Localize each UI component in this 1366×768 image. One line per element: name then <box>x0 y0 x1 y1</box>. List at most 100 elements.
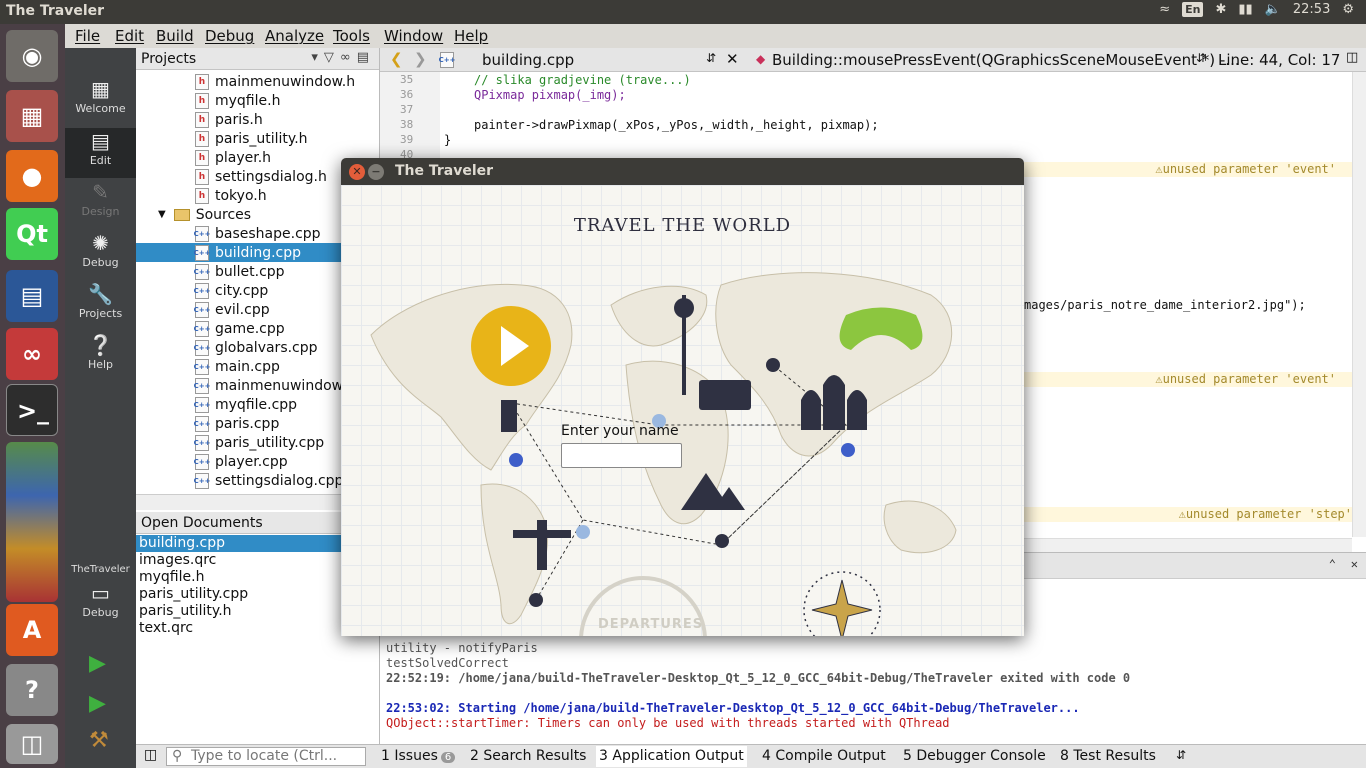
menu-file[interactable]: File <box>75 27 100 45</box>
split-view-icon[interactable]: ◫ <box>1346 50 1358 65</box>
system-top-panel: The Traveler ≈ En ✱ ▮▮ 🔈 22:53 ⚙ <box>0 0 1366 24</box>
menu-analyze[interactable]: Analyze <box>265 27 324 45</box>
open-document-item[interactable]: myqfile.h <box>139 569 204 586</box>
terminal-launcher[interactable]: >_ <box>6 384 58 436</box>
mode-design[interactable]: ✎ Design <box>65 179 136 229</box>
pdf-viewer-launcher[interactable]: ∞ <box>6 328 58 380</box>
files-launcher[interactable]: ▦ <box>6 90 58 142</box>
tree-file[interactable]: h paris_utility.h <box>195 129 308 148</box>
tree-file[interactable]: h settingsdialog.h <box>195 167 327 186</box>
battery-icon[interactable]: ▮▮ <box>1238 2 1252 17</box>
warning-icon: ⚠ <box>1155 162 1163 176</box>
tab-search-results[interactable]: 2 Search Results <box>470 748 586 764</box>
toggle-sidebar-icon[interactable]: ◫ <box>144 747 157 763</box>
tab-compile-output[interactable]: 4 Compile Output <box>762 748 886 764</box>
window-close-button[interactable]: ✕ <box>349 164 365 180</box>
help-launcher[interactable]: ? <box>6 664 58 716</box>
output-line: 22:52:19: /home/jana/build-TheTraveler-D… <box>386 671 1131 685</box>
stacked-launchers[interactable] <box>6 442 58 602</box>
tree-file[interactable]: h paris.h <box>195 110 263 129</box>
firefox-launcher[interactable]: ● <box>6 150 58 202</box>
menu-window[interactable]: Window <box>384 27 443 45</box>
current-file-combo[interactable]: building.cpp <box>482 51 574 69</box>
mode-projects[interactable]: 🔧 Projects <box>65 281 136 331</box>
mode-help[interactable]: ❔ Help <box>65 332 136 382</box>
clock[interactable]: 22:53 <box>1293 2 1330 17</box>
tree-file[interactable]: C++ evil.cpp <box>194 300 270 319</box>
editor-vertical-scrollbar[interactable] <box>1352 72 1366 537</box>
projects-pane-title[interactable]: Projects <box>141 51 196 67</box>
tree-folder-sources[interactable]: ▼ Sources <box>158 205 251 224</box>
tab-test-results[interactable]: 8 Test Results <box>1060 748 1156 764</box>
tree-file[interactable]: C++ paris_utility.cpp <box>194 433 324 452</box>
tree-file[interactable]: h player.h <box>195 148 271 167</box>
qtcreator-launcher[interactable]: Qt <box>6 208 58 260</box>
power-gear-icon[interactable]: ⚙ <box>1342 2 1354 17</box>
nav-back-icon[interactable]: ❮ <box>390 50 403 68</box>
volume-icon[interactable]: 🔈 <box>1265 2 1281 17</box>
tree-horizontal-scrollbar[interactable] <box>136 494 341 510</box>
cursor-position[interactable]: Line: 44, Col: 17 <box>1218 51 1340 69</box>
symbol-combo[interactable]: Building::mousePressEvent(QGraphicsScene… <box>772 51 1240 69</box>
open-document-item[interactable]: paris_utility.cpp <box>139 586 248 603</box>
tree-file[interactable]: C++ settingsdialog.cpp <box>194 471 343 490</box>
menu-tools[interactable]: Tools <box>333 27 370 45</box>
tab-application-output[interactable]: 3 Application Output <box>596 746 747 767</box>
build-hammer-button[interactable]: ⚒ <box>89 728 109 753</box>
tree-file[interactable]: C++ city.cpp <box>194 281 268 300</box>
tree-file[interactable]: C++ paris.cpp <box>194 414 279 433</box>
tree-file[interactable]: h tokyo.h <box>195 186 267 205</box>
tree-file[interactable]: h myqfile.h <box>195 91 280 110</box>
more-tabs-arrows-icon[interactable]: ⇵ <box>1176 748 1186 762</box>
menu-debug[interactable]: Debug <box>205 27 254 45</box>
open-document-item[interactable]: paris_utility.h <box>139 603 232 620</box>
tree-file[interactable]: C++ player.cpp <box>194 452 288 471</box>
libreoffice-writer-launcher[interactable]: ▤ <box>6 270 58 322</box>
maximize-pane-icon[interactable]: ⌃ <box>1329 557 1336 571</box>
close-pane-icon[interactable]: ✕ <box>1351 557 1358 571</box>
run-button[interactable]: ▶ <box>89 651 106 676</box>
projects-pane-tools[interactable]: ▾▽∞▤ <box>311 50 375 65</box>
software-center-launcher[interactable]: A <box>6 604 58 656</box>
tree-file[interactable]: C++ game.cpp <box>194 319 285 338</box>
kit-selector[interactable]: ▭ Debug <box>65 580 136 630</box>
open-document-item[interactable]: building.cpp <box>136 535 342 552</box>
keyboard-layout-indicator[interactable]: En <box>1182 2 1204 17</box>
mode-debug[interactable]: ✺ Debug <box>65 230 136 280</box>
menu-help[interactable]: Help <box>454 27 488 45</box>
tab-issues[interactable]: 1 Issues 6 <box>381 748 456 764</box>
nav-forward-icon[interactable]: ❯ <box>414 50 427 68</box>
wifi-icon[interactable]: ≈ <box>1159 2 1170 17</box>
play-button[interactable] <box>471 306 551 386</box>
file-combo-arrows-icon[interactable]: ⇵ <box>706 51 716 65</box>
app-window-titlebar[interactable]: ✕ − The Traveler <box>341 158 1024 185</box>
dash-home-button[interactable]: ◉ <box>6 30 58 82</box>
mode-edit[interactable]: ▤ Edit <box>65 128 136 178</box>
tree-file[interactable]: C++ bullet.cpp <box>194 262 285 281</box>
menu-build[interactable]: Build <box>156 27 194 45</box>
close-document-icon[interactable]: ✕ <box>726 50 739 68</box>
main-menu-scene[interactable]: TRAVEL THE WORLD DEPARTURES Enter your n… <box>341 185 1024 636</box>
locator-input[interactable]: ⚲ Type to locate (Ctrl... <box>166 747 366 766</box>
open-document-item[interactable]: text.qrc <box>139 620 193 637</box>
trash-launcher[interactable]: ◫ <box>6 724 58 764</box>
window-minimize-button[interactable]: − <box>368 164 384 180</box>
tree-file[interactable]: h mainmenuwindow.h <box>195 72 355 91</box>
tree-file[interactable]: C++ mainmenuwindow. <box>194 376 346 395</box>
open-documents-title[interactable]: Open Documents <box>141 515 263 531</box>
issues-count-badge: 6 <box>440 752 456 763</box>
tree-file-selected[interactable]: C++ building.cpp <box>136 243 341 262</box>
symbol-combo-arrows-icon[interactable]: ⇵ <box>1196 51 1206 65</box>
player-name-input[interactable] <box>561 443 682 468</box>
menu-edit[interactable]: Edit <box>115 27 144 45</box>
tab-debugger-console[interactable]: 5 Debugger Console <box>903 748 1046 764</box>
tree-file[interactable]: C++ main.cpp <box>194 357 280 376</box>
bluetooth-icon[interactable]: ✱ <box>1215 2 1226 17</box>
open-document-item[interactable]: images.qrc <box>139 552 216 569</box>
cpp-file-icon: C++ <box>194 358 210 375</box>
mode-welcome[interactable]: ▦ Welcome <box>65 76 136 126</box>
tree-file[interactable]: C++ baseshape.cpp <box>194 224 321 243</box>
tree-file[interactable]: C++ globalvars.cpp <box>194 338 318 357</box>
tree-file[interactable]: C++ myqfile.cpp <box>194 395 297 414</box>
debug-run-button[interactable]: ▶ <box>89 691 106 716</box>
